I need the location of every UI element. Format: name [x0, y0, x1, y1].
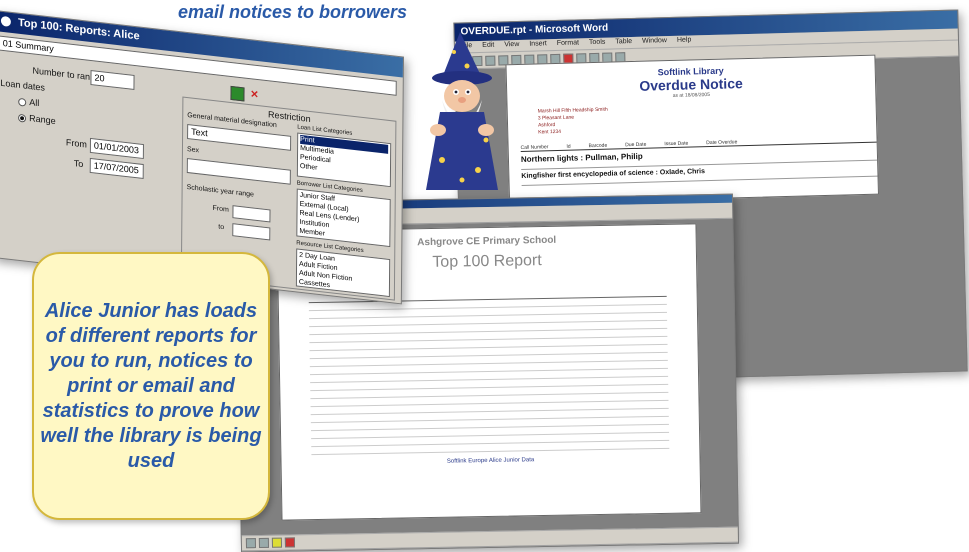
menu-table[interactable]: Table [615, 38, 632, 47]
line-color-icon[interactable] [284, 537, 296, 548]
loan-list-categories[interactable]: Print Multimedia Periodical Other [296, 132, 392, 188]
caption: email notices to borrowers [178, 2, 408, 22]
report-footer: Softlink Europe Alice Junior Data [446, 457, 535, 465]
address-block: Marsh Hill Fifth Headship Smith 3 Pleasa… [537, 106, 608, 136]
callout-box: Alice Junior has loads of different repo… [32, 252, 270, 520]
menu-insert[interactable]: Insert [529, 40, 547, 49]
wizard-illustration [426, 32, 498, 190]
all-radio[interactable]: All [18, 96, 39, 108]
range-radio[interactable]: Range [18, 112, 56, 126]
number-to-rank-label: Number to rank [32, 65, 95, 83]
resource-list-categories[interactable]: 2 Day Loan Adult Fiction Adult Non Ficti… [295, 248, 391, 298]
draw-icon[interactable] [245, 538, 257, 549]
from-date-field[interactable]: 01/01/2003 [89, 137, 144, 160]
scholastic-from-label: From [212, 204, 229, 214]
callout-text: Alice Junior has loads of different repo… [40, 299, 262, 472]
scholastic-year-label: Scholastic year range [186, 183, 254, 199]
borrower-list-categories[interactable]: Junior Staff External (Local) Real Lens … [296, 188, 391, 248]
sex-select[interactable] [186, 157, 291, 185]
radio-selected-icon [18, 113, 27, 123]
loan-dates-label: Loan dates [0, 77, 45, 93]
overdue-page: Softlink Library Overdue Notice as at 18… [505, 54, 879, 205]
shape-icon[interactable] [258, 537, 270, 549]
menu-format[interactable]: Format [557, 39, 579, 49]
sex-label: Sex [186, 145, 200, 155]
from-label: From [65, 137, 87, 150]
menu-tools[interactable]: Tools [589, 39, 606, 48]
number-to-rank-field[interactable]: 20 [90, 69, 135, 90]
report-table [308, 295, 670, 456]
to-date-field[interactable]: 17/07/2005 [89, 157, 144, 180]
status-toolbar [241, 526, 738, 552]
execute-icon[interactable] [230, 85, 245, 102]
wizard-mascot [412, 30, 512, 200]
close-icon[interactable]: ✕ [248, 89, 260, 102]
menu-window[interactable]: Window [642, 37, 667, 47]
scholastic-from-field[interactable] [232, 205, 271, 223]
app-icon [0, 15, 11, 28]
radio-icon [18, 97, 27, 107]
scholastic-to-field[interactable] [232, 223, 271, 241]
scholastic-to-label: to [218, 223, 225, 232]
to-label: To [73, 158, 84, 170]
menu-help[interactable]: Help [677, 36, 692, 45]
fill-icon[interactable] [271, 537, 283, 548]
